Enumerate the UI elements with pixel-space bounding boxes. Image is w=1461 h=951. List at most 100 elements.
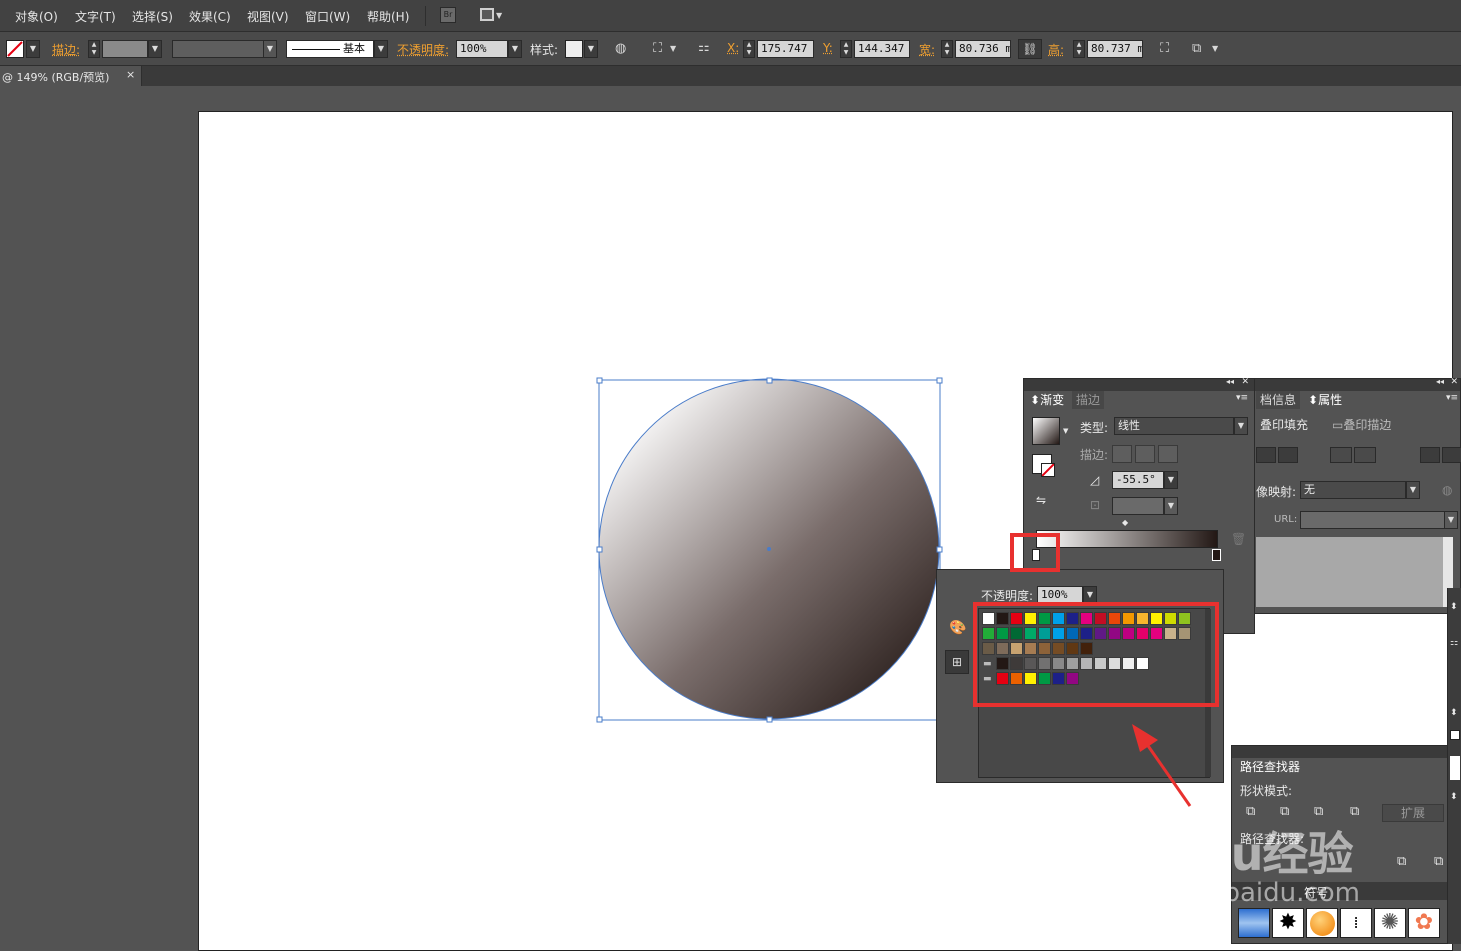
intersect-icon[interactable]: ⧉	[1314, 804, 1323, 819]
recolor-artwork-icon[interactable]: ◍	[615, 41, 626, 57]
image-map-dropdown[interactable]: ▼	[1406, 481, 1420, 499]
attr-toggle-4[interactable]	[1354, 447, 1376, 463]
dock-swatch[interactable]	[1450, 756, 1460, 780]
panel-menu-icon[interactable]: ▾≡	[1236, 393, 1248, 403]
dock-collapse-icon[interactable]: ⬍	[1450, 602, 1458, 612]
symbol-splash[interactable]: ✸	[1272, 908, 1304, 938]
attr-toggle-2[interactable]	[1278, 447, 1298, 463]
dock-collapse-icon[interactable]: ⬍	[1450, 792, 1458, 802]
close-icon[interactable]: ✕	[1241, 377, 1249, 387]
width-label[interactable]: 宽:	[919, 41, 935, 58]
height-label[interactable]: 高:	[1048, 41, 1064, 58]
dock-grid-icon[interactable]: ⚏	[1450, 638, 1458, 648]
chevron-down-icon[interactable]: ▼	[1063, 427, 1068, 435]
minus-front-icon[interactable]: ⧉	[1280, 804, 1289, 819]
collapse-icon[interactable]: ◂◂	[1436, 377, 1444, 386]
document-tab[interactable]: @ 149% (RGB/预览) ×	[0, 66, 142, 86]
bridge-button[interactable]: Br	[440, 7, 456, 23]
stroke-gradient-option-1[interactable]	[1112, 445, 1132, 463]
y-field[interactable]: 144.347 r	[854, 40, 910, 58]
brush-style-field[interactable]: 基本	[286, 40, 374, 58]
stroke-weight-field[interactable]	[102, 40, 148, 58]
gradient-stop-end[interactable]	[1212, 549, 1221, 561]
opacity-dropdown[interactable]: ▼	[508, 40, 522, 58]
chevron-down-icon[interactable]: ▼	[670, 41, 676, 57]
reference-point-icon[interactable]: ⚏	[698, 40, 710, 56]
collapse-icon[interactable]: ◂◂	[1226, 377, 1234, 386]
stroke-weight-dropdown[interactable]: ▼	[148, 40, 162, 58]
opacity-label[interactable]: 不透明度:	[397, 41, 449, 58]
outline-icon[interactable]: ⧉	[1397, 854, 1406, 869]
stroke-label[interactable]: 描边:	[52, 41, 80, 58]
width-stepper[interactable]: ▲ ▼	[941, 40, 953, 58]
style-dropdown[interactable]: ▼	[584, 40, 598, 58]
menu-object[interactable]: 对象(O)	[15, 8, 58, 25]
attr-toggle-3[interactable]	[1330, 447, 1352, 463]
aspect-ratio-field[interactable]	[1112, 497, 1164, 515]
close-icon[interactable]: ✕	[1450, 377, 1458, 387]
dock-collapse-icon[interactable]: ⬍	[1450, 708, 1458, 718]
gradient-type-select[interactable]: 线性	[1114, 417, 1234, 435]
workspace-layout-icon[interactable]	[480, 8, 494, 21]
fill-dropdown[interactable]: ▼	[26, 40, 40, 58]
chevron-down-icon[interactable]: ▼	[1212, 41, 1218, 57]
tab-attributes[interactable]: ⬍属性	[1304, 391, 1347, 409]
attr-toggle-1[interactable]	[1256, 447, 1276, 463]
tab-stroke[interactable]: 描边	[1072, 391, 1105, 409]
align-to-icon[interactable]: ⛶	[653, 41, 662, 57]
x-label[interactable]: X:	[727, 41, 739, 55]
symbol-ticks[interactable]: ⁞	[1340, 908, 1372, 938]
symbol-orange-circle[interactable]	[1306, 908, 1338, 938]
isolate-icon[interactable]: ⧉	[1192, 41, 1201, 57]
reverse-gradient-icon[interactable]: ⇋	[1036, 493, 1046, 507]
note-textarea[interactable]	[1256, 537, 1452, 607]
x-stepper[interactable]: ▲ ▼	[743, 40, 755, 58]
height-field[interactable]: 80.737 mi	[1087, 40, 1143, 58]
variable-width-field[interactable]	[172, 40, 264, 58]
menu-help[interactable]: 帮助(H)	[367, 8, 409, 25]
menu-effect[interactable]: 效果(C)	[189, 8, 231, 25]
x-field[interactable]: 175.747 r	[757, 40, 814, 58]
gradient-type-dropdown[interactable]: ▼	[1234, 417, 1248, 435]
angle-field[interactable]: -55.5°	[1112, 471, 1164, 489]
graphic-style-swatch[interactable]	[565, 40, 583, 58]
fill-none-icon[interactable]	[6, 40, 24, 58]
expand-button[interactable]: 扩展	[1382, 804, 1444, 822]
url-field[interactable]	[1300, 511, 1450, 529]
y-label[interactable]: Y:	[823, 41, 833, 55]
attr-toggle-5[interactable]	[1420, 447, 1440, 463]
menu-view[interactable]: 视图(V)	[247, 8, 289, 25]
panel-menu-icon[interactable]: ▾≡	[1446, 393, 1458, 403]
minus-back-icon[interactable]: ⧉	[1434, 854, 1443, 869]
gradient-slider[interactable]	[1036, 530, 1218, 548]
link-icon[interactable]: ⛓	[1018, 39, 1042, 59]
midpoint-diamond-icon[interactable]: ◆	[1122, 518, 1128, 527]
tab-document-info[interactable]: 档信息	[1256, 391, 1301, 409]
gradient-preview-swatch[interactable]	[1032, 417, 1060, 445]
browser-icon[interactable]: ◍	[1442, 483, 1452, 497]
stroke-weight-stepper[interactable]: ▲ ▼	[88, 40, 100, 58]
menu-window[interactable]: 窗口(W)	[305, 8, 350, 25]
exclude-icon[interactable]: ⧉	[1350, 804, 1359, 819]
close-icon[interactable]: ×	[126, 68, 135, 81]
color-palette-icon[interactable]: 🎨	[949, 620, 966, 636]
aspect-ratio-dropdown[interactable]: ▼	[1164, 497, 1178, 515]
width-field[interactable]: 80.736 mi	[955, 40, 1011, 58]
overprint-stroke-checkbox[interactable]: ▭叠印描边	[1332, 416, 1391, 433]
menu-type[interactable]: 文字(T)	[75, 8, 116, 25]
brush-dropdown[interactable]: ▼	[374, 40, 388, 58]
tab-gradient[interactable]: ⬍渐变	[1026, 391, 1069, 409]
overprint-fill-checkbox[interactable]: 叠印填充	[1260, 416, 1308, 433]
unite-icon[interactable]: ⧉	[1246, 804, 1255, 819]
menu-select[interactable]: 选择(S)	[132, 8, 173, 25]
angle-dropdown[interactable]: ▼	[1164, 471, 1178, 489]
opacity-field[interactable]: 100%	[456, 40, 508, 58]
height-stepper[interactable]: ▲ ▼	[1073, 40, 1085, 58]
symbol-flower[interactable]: ✿	[1408, 908, 1440, 938]
url-dropdown[interactable]: ▼	[1444, 511, 1458, 529]
attr-toggle-6[interactable]	[1442, 447, 1461, 463]
trash-icon[interactable]: 🗑	[1231, 532, 1246, 546]
stroke-gradient-option-3[interactable]	[1158, 445, 1178, 463]
symbol-gear[interactable]: ✺	[1374, 908, 1406, 938]
fill-stroke-icon[interactable]	[1032, 454, 1055, 477]
